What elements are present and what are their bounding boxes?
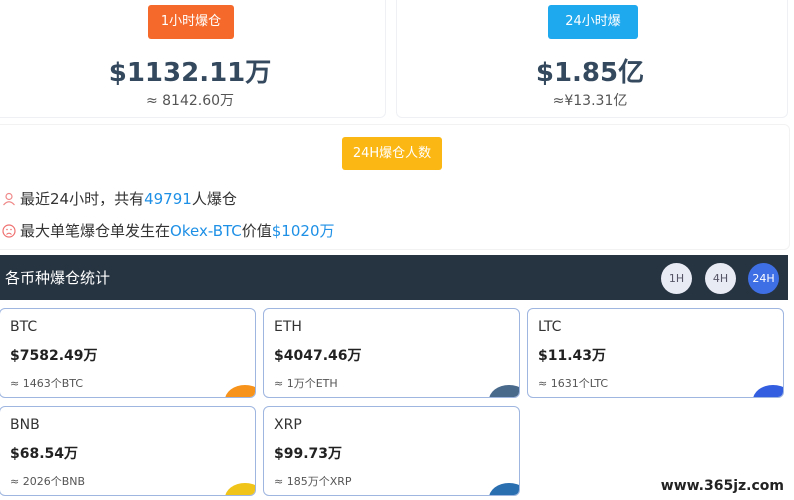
- bnb-coin-icon: [225, 483, 255, 495]
- hourly-liquidation-approx: ≈ 8142.60万: [145, 93, 235, 109]
- coin-liquidation-amount: ≈ 1631个LTC: [538, 377, 609, 390]
- largest-liquidation-value: $1020万: [271, 222, 335, 240]
- coin-liquidation-amount: ≈ 1463个BTC: [10, 377, 84, 390]
- hourly-liquidation-value: $1132.11万: [108, 58, 272, 88]
- coin-liquidation-amount: ≈ 1万个ETH: [274, 377, 338, 390]
- daily-liquidation-approx: ≈¥13.31亿: [552, 93, 628, 109]
- watermark: www.365jz.com: [658, 478, 786, 494]
- timeframe-4h-button[interactable]: 4H: [705, 263, 736, 294]
- people-count-line: 最近24小时，共有49791人爆仓: [2, 188, 237, 209]
- timeframe-1h-button[interactable]: 1H: [661, 263, 692, 294]
- coin-symbol: BNB: [10, 417, 40, 433]
- user-icon: [2, 192, 16, 206]
- eth-coin-icon: [489, 385, 519, 397]
- coin-card-eth[interactable]: ETH $4047.46万 ≈ 1万个ETH: [263, 308, 520, 398]
- btc-coin-icon: [225, 385, 255, 397]
- coin-liquidation-value: $68.54万: [10, 446, 79, 462]
- coin-liquidation-amount: ≈ 185万个XRP: [274, 475, 352, 488]
- coin-symbol: ETH: [274, 319, 302, 335]
- coin-card-bnb[interactable]: BNB $68.54万 ≈ 2026个BNB: [0, 406, 256, 496]
- coin-card-xrp[interactable]: XRP $99.73万 ≈ 185万个XRP: [263, 406, 520, 496]
- xrp-coin-icon: [489, 483, 519, 495]
- coin-liquidation-value: $99.73万: [274, 446, 343, 462]
- coin-liquidation-value: $7582.49万: [10, 348, 98, 364]
- coin-stats-header: 各币种爆仓统计 1H 4H 24H: [0, 255, 788, 300]
- coin-card-btc[interactable]: BTC $7582.49万 ≈ 1463个BTC: [0, 308, 256, 398]
- largest-liquidation-exchange[interactable]: Okex-BTC: [170, 222, 242, 240]
- largest-liquidation-line: 最大单笔爆仓单发生在Okex-BTC价值$1020万: [2, 220, 334, 241]
- people-count-label: 24H爆仓人数: [342, 137, 442, 170]
- coin-liquidation-value: $4047.46万: [274, 348, 362, 364]
- ltc-coin-icon: [753, 385, 783, 397]
- hourly-liquidation-label: 1小时爆仓: [148, 5, 234, 39]
- coin-symbol: XRP: [274, 417, 302, 433]
- people-count-number: 49791: [144, 190, 192, 208]
- coin-liquidation-amount: ≈ 2026个BNB: [10, 475, 86, 488]
- timeframe-24h-button[interactable]: 24H: [748, 263, 779, 294]
- sad-face-icon: [2, 224, 16, 238]
- coin-symbol: LTC: [538, 319, 562, 335]
- coin-liquidation-value: $11.43万: [538, 348, 607, 364]
- coin-card-ltc[interactable]: LTC $11.43万 ≈ 1631个LTC: [527, 308, 784, 398]
- daily-liquidation-label: 24小时爆仓: [548, 5, 638, 63]
- coin-symbol: BTC: [10, 319, 38, 335]
- daily-liquidation-value: $1.85亿: [535, 58, 645, 88]
- coin-stats-title: 各币种爆仓统计: [5, 269, 111, 287]
